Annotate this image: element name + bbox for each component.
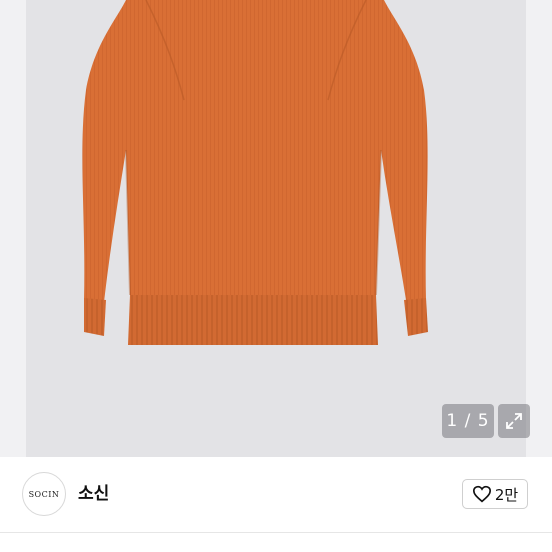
like-count: 2만 bbox=[494, 485, 519, 504]
seller-avatar[interactable]: SOCIN bbox=[22, 472, 66, 516]
product-photo bbox=[26, 0, 526, 457]
product-image-gallery[interactable]: 1 / 5 bbox=[0, 0, 552, 457]
heart-outline-icon bbox=[472, 485, 491, 503]
divider bbox=[0, 532, 552, 533]
image-counter: 1 / 5 bbox=[442, 404, 494, 438]
like-button[interactable]: 2만 bbox=[462, 479, 528, 509]
sweater-image bbox=[82, 0, 428, 345]
seller-bar: SOCIN 소신 2만 bbox=[0, 457, 552, 531]
expand-arrows-icon bbox=[506, 413, 522, 429]
avatar-logo-text: SOCIN bbox=[28, 489, 60, 499]
expand-button[interactable] bbox=[498, 404, 530, 438]
shop-name[interactable]: 소신 bbox=[78, 479, 109, 504]
